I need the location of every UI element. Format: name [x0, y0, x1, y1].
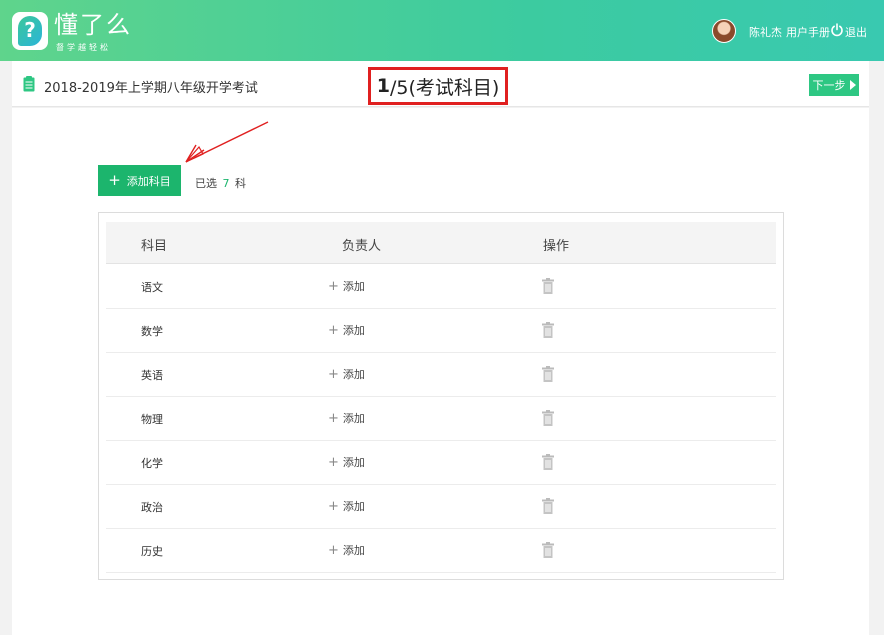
add-subject-button[interactable]: + 添加科目 — [98, 165, 181, 196]
table-row: 数学 + 添加 — [106, 309, 776, 353]
document-icon — [23, 76, 35, 92]
brand-slogan: 督学越轻松 — [56, 43, 111, 52]
add-owner-button[interactable]: + 添加 — [328, 278, 365, 294]
add-owner-button[interactable]: + 添加 — [328, 542, 365, 558]
next-step-button[interactable]: 下一步 — [809, 74, 859, 96]
add-owner-label: 添加 — [342, 324, 365, 337]
add-owner-label: 添加 — [342, 368, 365, 381]
add-owner-label: 添加 — [342, 280, 365, 293]
selected-number: 7 — [222, 177, 230, 190]
user-name[interactable]: 陈礼杰 — [749, 24, 782, 40]
plus-icon: + — [328, 499, 339, 514]
add-owner-button[interactable]: + 添加 — [328, 322, 365, 338]
table-row: 政治 + 添加 — [106, 485, 776, 529]
subject-name: 英语 — [141, 369, 163, 382]
add-owner-button[interactable]: + 添加 — [328, 498, 365, 514]
add-owner-label: 添加 — [342, 544, 365, 557]
avatar[interactable] — [712, 19, 736, 43]
plus-icon: + — [328, 411, 339, 426]
subject-name: 语文 — [141, 281, 163, 294]
logo-icon: ? — [18, 16, 42, 46]
subject-name: 历史 — [141, 545, 163, 558]
power-icon[interactable] — [830, 23, 844, 37]
app-logo[interactable]: ? — [12, 12, 48, 50]
table-row: 化学 + 添加 — [106, 441, 776, 485]
trash-icon[interactable] — [542, 278, 554, 294]
subject-name: 化学 — [141, 457, 163, 470]
main-panel: + 添加科目 已选 7 科 科目 负责人 操作 语文 + 添加 数学 + 添加 英语… — [12, 108, 869, 635]
add-owner-label: 添加 — [342, 456, 365, 469]
table-header: 科目 负责人 操作 — [106, 222, 776, 264]
trash-icon[interactable] — [542, 366, 554, 382]
add-owner-button[interactable]: + 添加 — [328, 410, 365, 426]
add-owner-button[interactable]: + 添加 — [328, 366, 365, 382]
selected-suffix: 科 — [235, 177, 246, 190]
selected-prefix: 已选 — [195, 177, 217, 190]
subject-name: 数学 — [141, 325, 163, 338]
selected-count: 已选 7 科 — [195, 175, 246, 191]
column-owner: 负责人 — [342, 239, 382, 254]
plus-icon: + — [328, 543, 339, 558]
logout-link[interactable]: 退出 — [845, 24, 867, 40]
step-current: 1 — [376, 75, 390, 97]
step-indicator: 1/5(考试科目) — [368, 67, 508, 105]
plus-icon: + — [108, 171, 121, 189]
trash-icon[interactable] — [542, 322, 554, 338]
trash-icon[interactable] — [542, 498, 554, 514]
plus-icon: + — [328, 367, 339, 382]
subject-name: 政治 — [141, 501, 163, 514]
column-subject: 科目 — [141, 239, 168, 254]
exam-title: 2018-2019年上学期八年级开学考试 — [44, 81, 258, 96]
subject-table: 科目 负责人 操作 语文 + 添加 数学 + 添加 英语 + 添加 物理 + 添加 化学… — [98, 212, 784, 580]
plus-icon: + — [328, 455, 339, 470]
plus-icon: + — [328, 279, 339, 294]
subject-name: 物理 — [141, 413, 163, 426]
table-row: 历史 + 添加 — [106, 529, 776, 573]
annotation-arrow — [185, 121, 269, 163]
trash-icon[interactable] — [542, 454, 554, 470]
step-total: /5(考试科目) — [389, 76, 500, 99]
brand-name: 懂了么 — [54, 11, 132, 39]
table-row: 语文 + 添加 — [106, 265, 776, 309]
exam-bar: 2018-2019年上学期八年级开学考试 1/5(考试科目) 下一步 — [12, 61, 869, 107]
add-owner-label: 添加 — [342, 412, 365, 425]
add-owner-label: 添加 — [342, 500, 365, 513]
plus-icon: + — [328, 323, 339, 338]
add-owner-button[interactable]: + 添加 — [328, 454, 365, 470]
user-manual-link[interactable]: 用户手册 — [786, 24, 830, 40]
trash-icon[interactable] — [542, 542, 554, 558]
top-header: ? 懂了么 督学越轻松 陈礼杰 用户手册 退出 — [0, 0, 884, 61]
add-subject-label: 添加科目 — [126, 174, 171, 188]
next-step-label: 下一步 — [812, 79, 846, 92]
table-row: 英语 + 添加 — [106, 353, 776, 397]
column-action: 操作 — [543, 239, 570, 254]
table-row: 物理 + 添加 — [106, 397, 776, 441]
play-icon — [849, 80, 856, 90]
trash-icon[interactable] — [542, 410, 554, 426]
